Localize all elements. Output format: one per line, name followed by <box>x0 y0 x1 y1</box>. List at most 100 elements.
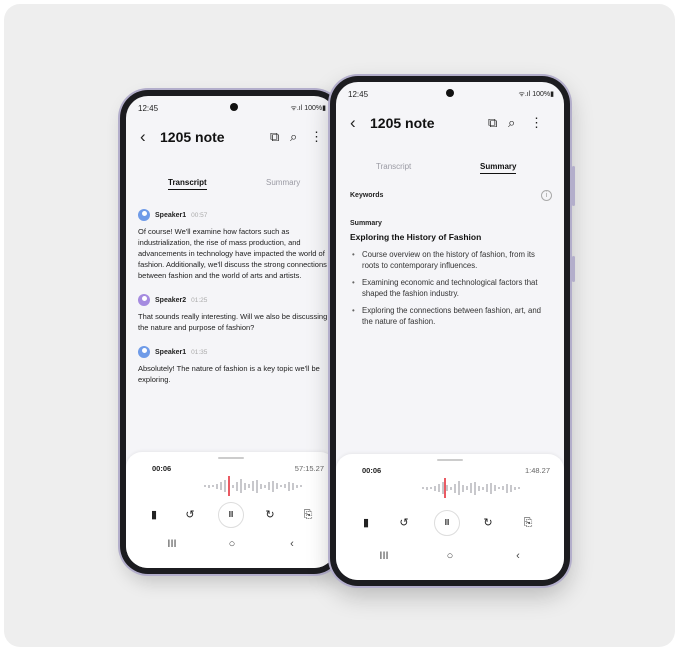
tab-transcript[interactable]: Transcript <box>168 178 207 190</box>
waveform-bar <box>438 484 440 492</box>
copy-icon[interactable]: ⧉ <box>488 115 497 131</box>
tab-bar: Transcript Summary <box>336 160 564 178</box>
waveform-bar <box>470 483 472 493</box>
waveform-bar <box>434 485 436 491</box>
speaker-name: Speaker1 <box>155 211 187 219</box>
avatar <box>138 209 150 221</box>
waveform-bar <box>494 485 496 491</box>
waveform-bar <box>248 484 250 488</box>
tab-transcript[interactable]: Transcript <box>376 162 411 171</box>
home-button[interactable]: ○ <box>222 538 242 550</box>
waveform-bar <box>446 485 448 491</box>
waveform-bar <box>260 483 262 489</box>
tab-bar: Transcript Summary <box>126 176 336 194</box>
keywords-label: Keywords <box>350 192 384 199</box>
waveform-bar <box>300 485 302 487</box>
pause-button[interactable]: II <box>218 502 244 528</box>
pause-button[interactable]: II <box>434 510 460 536</box>
summary-panel: Keywords i Summary Exploring the History… <box>350 190 552 333</box>
side-button <box>572 256 575 282</box>
list-item: Examining economic and technological fac… <box>350 277 552 299</box>
total-time: 1:48.27 <box>524 466 550 475</box>
chevron-left-icon[interactable]: ‹ <box>350 114 356 132</box>
waveform-bar <box>236 481 238 491</box>
waveform-bar <box>450 486 452 490</box>
export-icon[interactable]: ⎘ <box>518 512 538 534</box>
note-title: 1205 note <box>370 115 435 131</box>
waveform-bar <box>264 484 266 488</box>
tab-summary[interactable]: Summary <box>480 162 517 174</box>
summary-bullets: Course overview on the history of fashio… <box>350 249 552 327</box>
transcript-list: Speaker1 00:57 Of course! We'll examine … <box>138 208 328 397</box>
copy-icon[interactable]: ⧉ <box>270 129 279 145</box>
total-time: 57:15.27 <box>294 464 324 473</box>
waveform-bar <box>502 486 504 490</box>
more-vertical-icon[interactable]: ⋮ <box>310 129 323 145</box>
status-bar: 12:45 ᯤ.ıl 100%▮ <box>126 96 336 118</box>
search-icon[interactable]: ⌕ <box>290 129 297 145</box>
back-phone: 12:45 ᯤ.ıl 100%▮ ‹ 1205 note ⧉ ⌕ ⋮ Trans… <box>120 90 342 574</box>
speaker-name: Speaker1 <box>155 348 187 356</box>
avatar <box>138 346 150 358</box>
waveform-bar <box>490 482 492 494</box>
recent-apps-button[interactable]: III <box>374 550 394 562</box>
list-item: Speaker1 01:35 Absolutely! The nature of… <box>138 345 328 385</box>
playhead[interactable] <box>228 476 230 496</box>
drag-handle[interactable] <box>437 459 463 461</box>
waveform-bar <box>486 484 488 492</box>
list-item: Speaker2 01:25 That sounds really intere… <box>138 293 328 333</box>
list-item: Course overview on the history of fashio… <box>350 249 552 271</box>
list-item: Exploring the connections between fashio… <box>350 305 552 327</box>
waveform-bar <box>518 487 520 489</box>
waveform[interactable] <box>414 480 524 496</box>
status-icons: ᯤ.ıl 100%▮ <box>290 105 326 112</box>
waveform[interactable] <box>196 478 306 494</box>
waveform-bar <box>482 486 484 490</box>
waveform-bar <box>288 481 290 491</box>
waveform-bar <box>216 483 218 489</box>
forward-icon[interactable]: ↻ <box>478 512 498 534</box>
waveform-bar <box>224 480 226 492</box>
waveform-bar <box>462 484 464 492</box>
app-header: ‹ 1205 note ⧉ ⌕ ⋮ <box>336 112 564 140</box>
waveform-bar <box>478 485 480 491</box>
bookmark-icon[interactable]: ▮ <box>356 512 376 534</box>
audio-player: 00:06 1:48.27 ▮ ↺ II ↻ ⎘ III ○ ‹ <box>336 454 564 580</box>
drag-handle[interactable] <box>218 457 244 459</box>
status-bar: 12:45 ᯤ.ıl 100%▮ <box>336 82 564 104</box>
player-controls: ▮ ↺ II ↻ ⎘ <box>126 502 336 528</box>
bookmark-icon[interactable]: ▮ <box>144 504 164 526</box>
back-button[interactable]: ‹ <box>282 538 302 550</box>
info-icon[interactable]: i <box>541 190 552 201</box>
waveform-bar <box>268 482 270 490</box>
nav-bar: III ○ ‹ <box>336 550 564 570</box>
avatar <box>138 294 150 306</box>
rewind-icon[interactable]: ↺ <box>394 512 414 534</box>
chevron-left-icon[interactable]: ‹ <box>140 128 146 146</box>
search-icon[interactable]: ⌕ <box>508 115 515 131</box>
status-time: 12:45 <box>348 90 369 99</box>
home-button[interactable]: ○ <box>440 550 460 562</box>
tab-summary[interactable]: Summary <box>266 178 300 187</box>
waveform-bar <box>422 487 424 489</box>
recent-apps-button[interactable]: III <box>162 538 182 550</box>
waveform-bar <box>292 482 294 490</box>
app-header: ‹ 1205 note ⧉ ⌕ ⋮ <box>126 126 336 154</box>
forward-icon[interactable]: ↻ <box>260 504 280 526</box>
back-button[interactable]: ‹ <box>508 550 528 562</box>
current-time: 00:06 <box>362 466 382 475</box>
front-phone-screen: 12:45 ᯤ.ıl 100%▮ ‹ 1205 note ⧉ ⌕ ⋮ Trans… <box>336 82 564 580</box>
summary-label: Summary <box>350 220 382 227</box>
audio-player: 00:06 57:15.27 ▮ ↺ II ↻ ⎘ III ○ ‹ <box>126 452 336 568</box>
rewind-icon[interactable]: ↺ <box>180 504 200 526</box>
waveform-bar <box>430 487 432 489</box>
waveform-bar <box>454 483 456 493</box>
camera-icon <box>446 89 454 97</box>
export-icon[interactable]: ⎘ <box>298 504 318 526</box>
utterance-text: That sounds really interesting. Will we … <box>138 312 328 332</box>
waveform-bar <box>252 481 254 491</box>
status-icons: ᯤ.ıl 100%▮ <box>518 91 554 98</box>
playhead[interactable] <box>444 478 446 498</box>
more-vertical-icon[interactable]: ⋮ <box>530 115 543 131</box>
speaker-time: 00:57 <box>191 211 208 219</box>
